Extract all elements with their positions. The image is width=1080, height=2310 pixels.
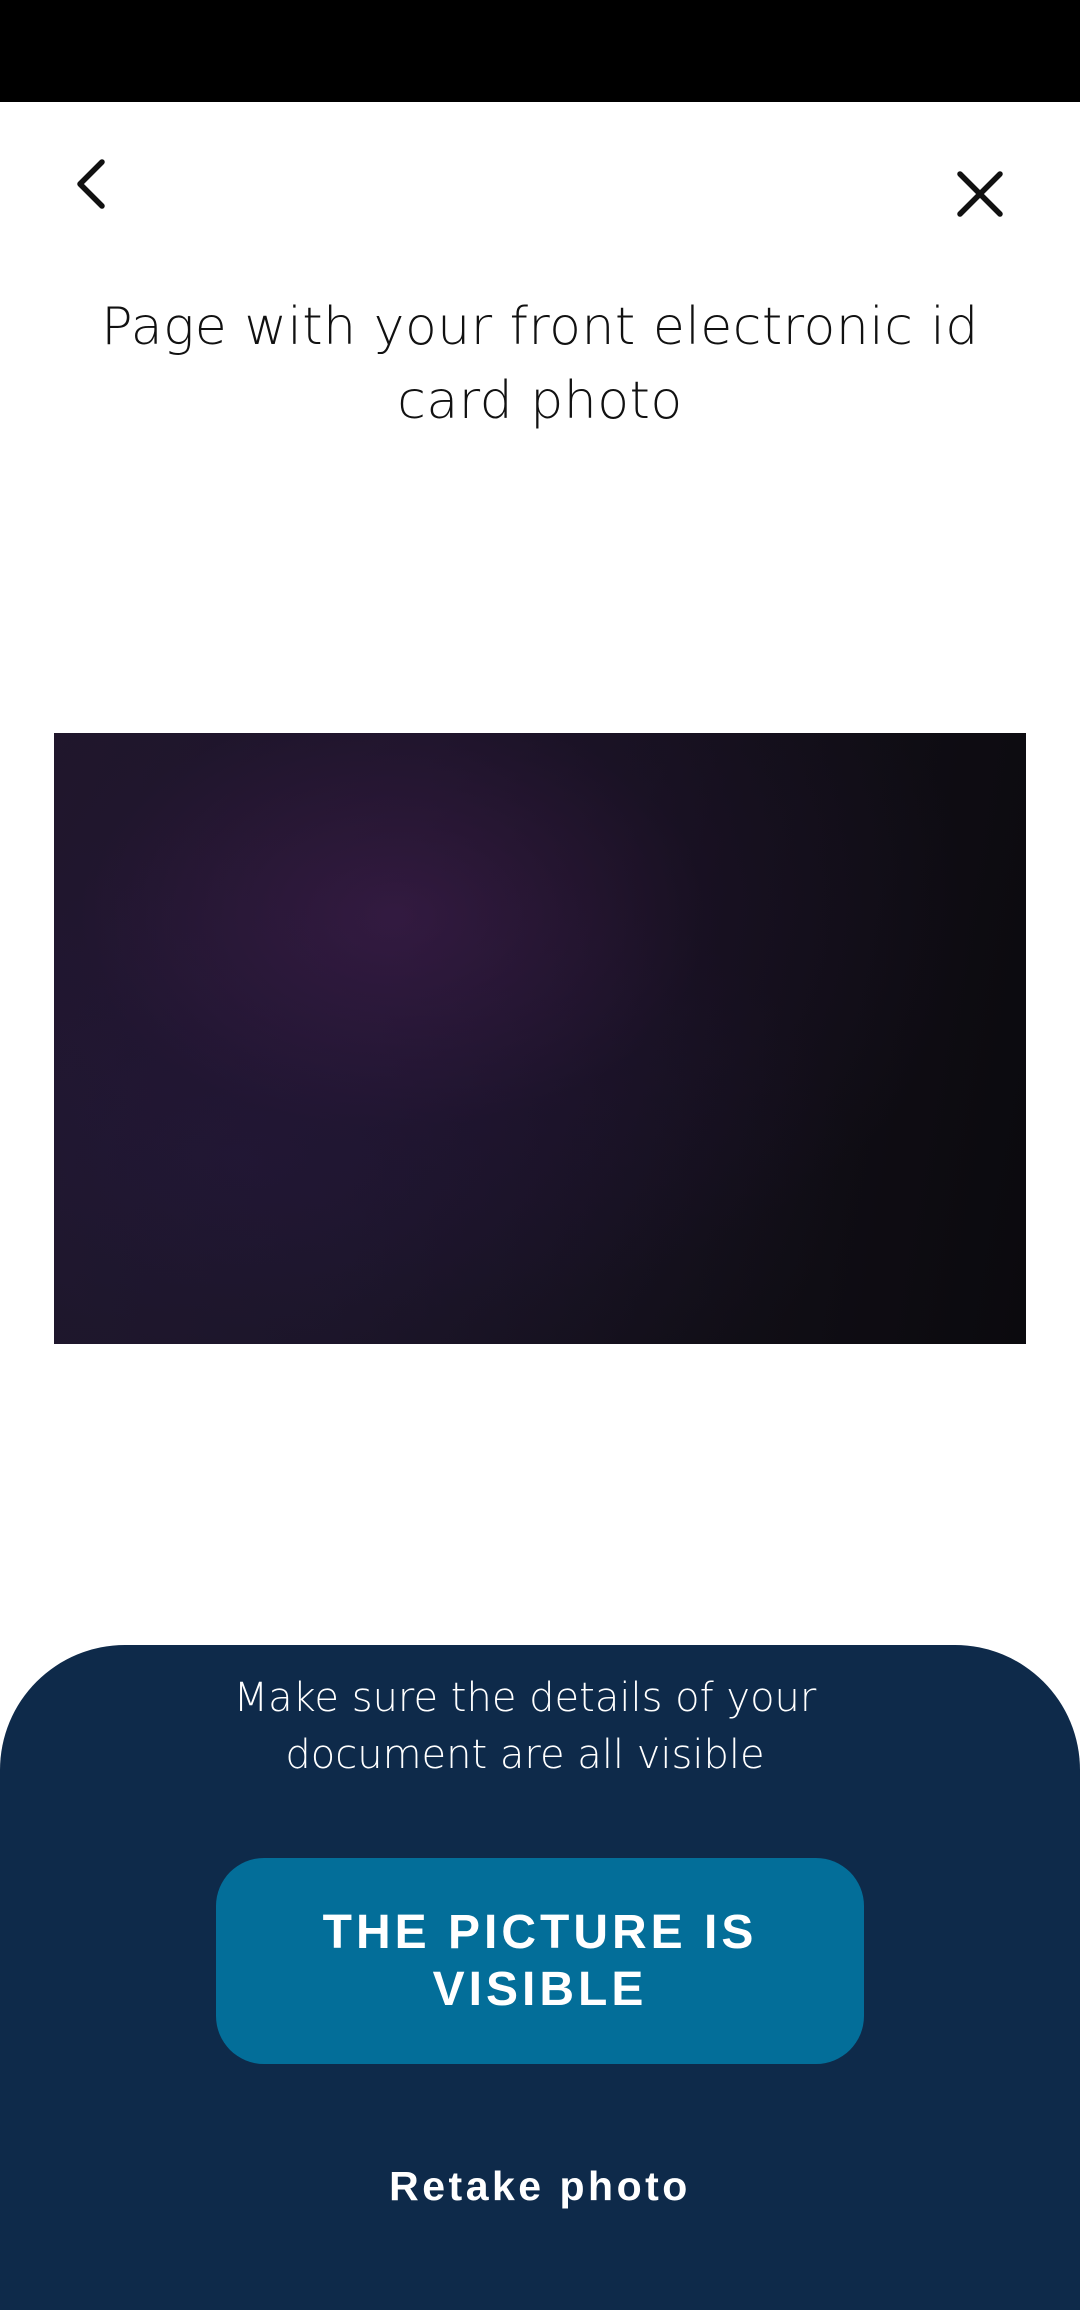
screen: Page with your front electronic id card … <box>0 0 1080 2310</box>
chevron-left-icon <box>77 159 105 209</box>
picture-visible-button[interactable]: THE PICTURE IS VISIBLE <box>216 1858 864 2064</box>
captured-photo-preview <box>54 733 1026 1344</box>
status-bar <box>0 0 1080 102</box>
retake-photo-button[interactable]: Retake photo <box>300 2150 780 2222</box>
instruction-text: Make sure the details of your document a… <box>233 1675 817 1778</box>
close-icon <box>957 171 1003 217</box>
back-button[interactable] <box>54 146 130 222</box>
picture-visible-button-label: THE PICTURE IS VISIBLE <box>322 1906 758 2016</box>
page-title: Page with your front electronic id card … <box>101 297 979 431</box>
retake-photo-button-label: Retake photo <box>389 2162 691 2209</box>
close-button[interactable] <box>942 156 1018 232</box>
